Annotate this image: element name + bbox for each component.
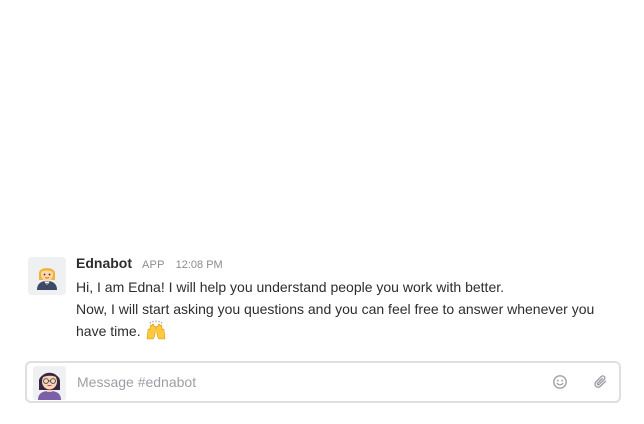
message-text-line-2: Now, I will start asking you questions a… (76, 298, 624, 346)
message-header: Ednabot APP 12:08 PM (76, 255, 624, 276)
smiley-icon[interactable] (552, 374, 568, 390)
app-badge: APP (142, 259, 165, 271)
message-text-line-1: Hi, I am Edna! I will help you understan… (76, 279, 505, 295)
user-avatar[interactable] (33, 366, 66, 400)
message-input[interactable] (77, 363, 517, 401)
message-timestamp[interactable]: 12:08 PM (176, 259, 223, 271)
woman-office-worker-icon (37, 268, 57, 290)
bot-avatar[interactable] (28, 257, 66, 295)
message-composer[interactable] (25, 361, 621, 403)
chat-view: Ednabot APP 12:08 PM Hi, I am Edna! I wi… (0, 0, 644, 424)
sender-name[interactable]: Ednabot (76, 255, 132, 271)
paperclip-icon[interactable] (593, 374, 609, 390)
message-body: Ednabot APP 12:08 PM Hi, I am Edna! I wi… (76, 255, 624, 346)
raised-hands-icon (145, 320, 167, 346)
